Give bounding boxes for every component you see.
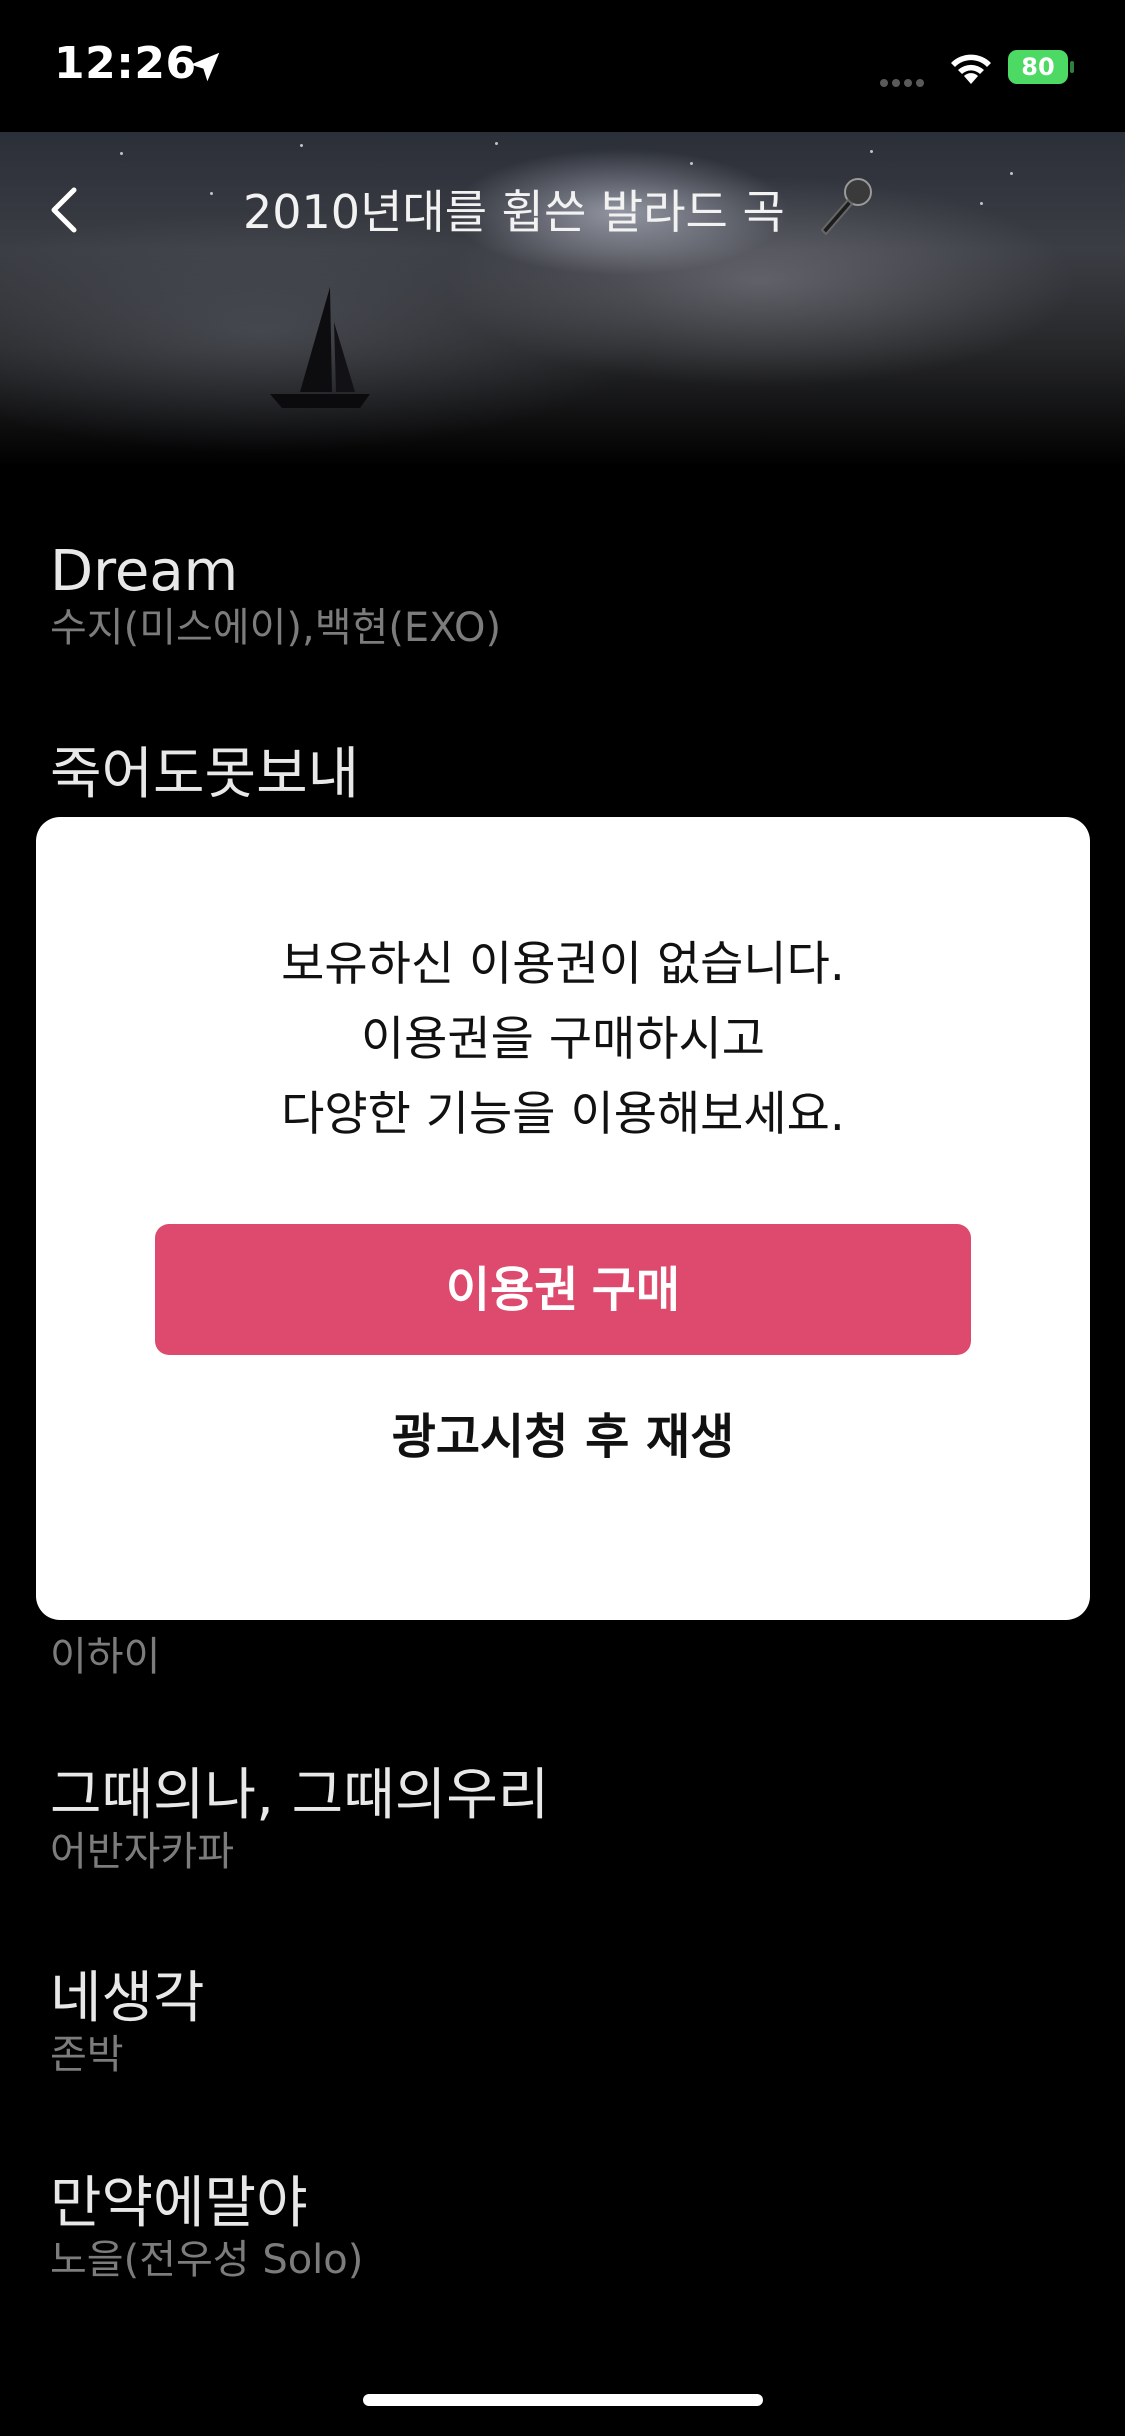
modal-message-line: 다양한 기능을 이용해보세요. <box>281 1087 845 1142</box>
microphone-icon <box>820 178 872 236</box>
status-bar: 12:26 80 <box>0 0 1125 132</box>
playlist-header: 2010년대를 휩쓴 발라드 곡 <box>0 132 1125 467</box>
battery-level: 80 <box>1021 53 1055 81</box>
song-item[interactable]: 네생각 존박 <box>50 1967 205 2079</box>
song-item[interactable]: Dream 수지(미스에이),백현(EXO) <box>50 540 501 652</box>
song-title: 죽어도못보내 <box>50 742 360 807</box>
song-artist: 수지(미스에이),백현(EXO) <box>50 605 502 651</box>
song-item[interactable]: 만약에말야 노을(전우성 Solo) <box>50 2172 363 2284</box>
song-item[interactable]: 죽어도못보내 <box>50 743 359 807</box>
song-title: 네생각 <box>50 1966 205 2031</box>
page-title: 2010년대를 휩쓴 발라드 곡 <box>243 185 785 239</box>
cellular-signal-icon <box>880 72 936 87</box>
subscription-modal: 보유하신 이용권이 없습니다. 이용권을 구매하시고 다양한 기능을 이용해보세… <box>36 817 1090 1620</box>
song-artist: 어반자카파 <box>50 1829 234 1875</box>
song-title: 만약에말야 <box>50 2171 308 2236</box>
wifi-icon <box>951 54 991 84</box>
song-item[interactable]: 이하이 <box>50 1633 160 1681</box>
back-chevron-icon[interactable] <box>40 180 88 240</box>
home-indicator[interactable] <box>363 2394 763 2406</box>
modal-message-line: 이용권을 구매하시고 <box>360 1012 766 1067</box>
modal-message-line: 보유하신 이용권이 없습니다. <box>281 937 845 992</box>
modal-message: 보유하신 이용권이 없습니다. 이용권을 구매하시고 다양한 기능을 이용해보세… <box>36 927 1090 1152</box>
song-artist: 노을(전우성 Solo) <box>50 2237 364 2283</box>
status-time: 12:26 <box>54 38 197 89</box>
song-title: 그때의나, 그때의우리 <box>50 1763 550 1828</box>
buy-pass-button[interactable]: 이용권 구매 <box>155 1224 971 1355</box>
song-item[interactable]: 그때의나, 그때의우리 어반자카파 <box>50 1764 549 1876</box>
location-arrow-icon <box>190 52 220 82</box>
watch-ad-play-button[interactable]: 광고시청 후 재생 <box>36 1377 1090 1497</box>
song-title: Dream <box>50 539 239 604</box>
song-artist: 이하이 <box>50 1634 161 1680</box>
song-artist: 존박 <box>50 2032 124 2078</box>
sailboat-image <box>270 287 370 408</box>
battery-icon: 80 <box>1008 50 1074 84</box>
